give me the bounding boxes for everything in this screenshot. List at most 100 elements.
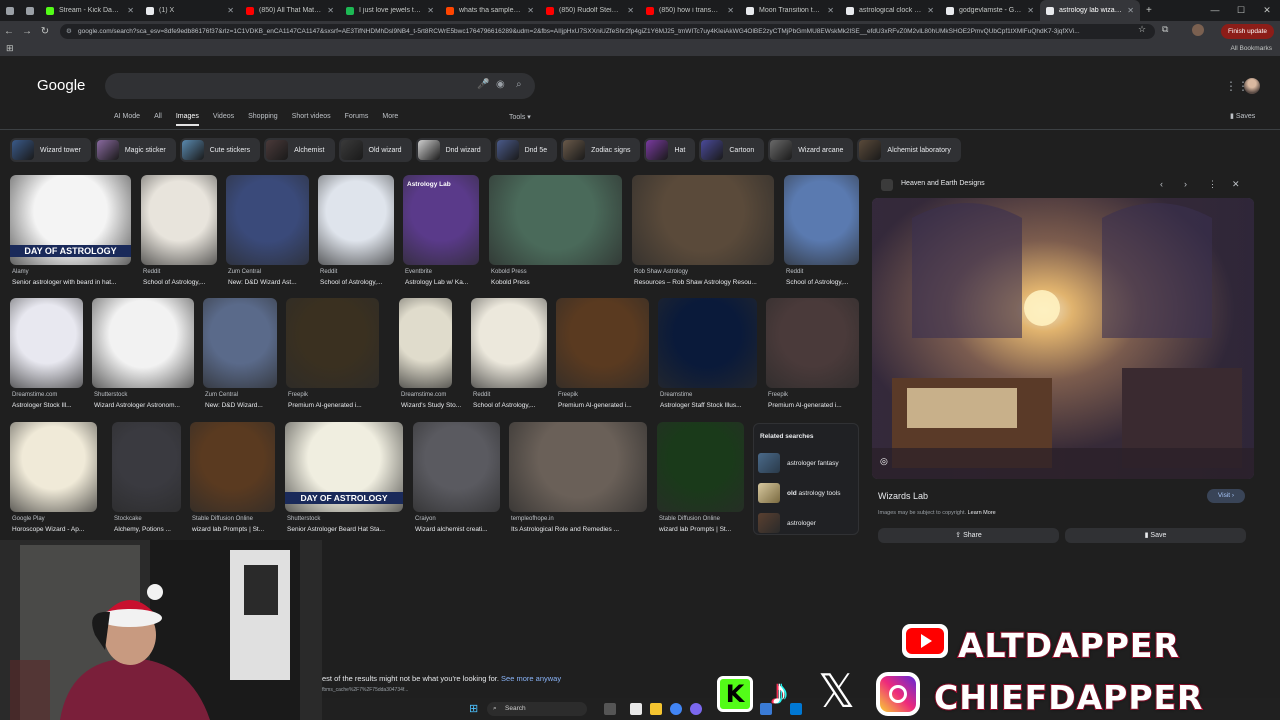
lens-icon[interactable]: ◉: [496, 79, 505, 90]
image-result[interactable]: Dreamstime Astrologer Staff Stock Illus..…: [658, 298, 757, 413]
image-result[interactable]: Kobold Press Kobold Press: [489, 175, 622, 290]
windows-start-icon[interactable]: ⊞: [469, 702, 478, 715]
tab-close-icon[interactable]: ✕: [827, 6, 834, 15]
tools-menu[interactable]: Tools ▾: [509, 113, 531, 121]
result-caption[interactable]: Senior Astrologer Beard Hat Sta...: [287, 526, 405, 533]
reload-icon[interactable]: ↻: [36, 26, 54, 37]
file-explorer-icon[interactable]: [650, 703, 662, 715]
next-icon[interactable]: ›: [1184, 179, 1187, 189]
image-result[interactable]: DAY OF ASTROLOGY Alamy Senior astrologer w…: [10, 175, 131, 290]
search-input[interactable]: 🎤 ◉ ⌕: [105, 73, 535, 99]
finish-update-button[interactable]: Finish update: [1220, 24, 1274, 39]
filter-tab-forums[interactable]: Forums: [345, 113, 369, 126]
image-result[interactable]: Google Play Horoscope Wizard - Ap...: [10, 422, 97, 537]
result-thumbnail[interactable]: [509, 422, 647, 512]
filter-tab-images[interactable]: Images: [175, 113, 199, 126]
related-item[interactable]: astrologer: [758, 512, 858, 534]
image-result[interactable]: templeofhope.in Its Astrological Role and…: [509, 422, 647, 537]
image-result[interactable]: Reddit School of Astrology,...: [471, 298, 547, 413]
image-result[interactable]: Reddit School of Astrology,...: [318, 175, 394, 290]
result-thumbnail[interactable]: [399, 298, 452, 388]
suggestion-chip[interactable]: Cartoon: [699, 138, 765, 162]
result-thumbnail[interactable]: [657, 422, 744, 512]
app-icon[interactable]: [790, 703, 802, 715]
previous-icon[interactable]: ‹: [1160, 179, 1163, 189]
browser-tab[interactable]: astrological clock praga ✕: [840, 0, 940, 21]
image-result[interactable]: Dreamstime.com Wizard's Study Sto...: [399, 298, 461, 413]
related-item[interactable]: old astrology tools: [758, 482, 858, 504]
new-tab-icon[interactable]: +: [1146, 5, 1152, 16]
result-thumbnail[interactable]: DAY OF ASTROLOGY: [10, 175, 131, 265]
suggestion-chip[interactable]: Alchemist laboratory: [857, 138, 961, 162]
filter-tab-all[interactable]: All: [154, 113, 162, 126]
task-view-icon[interactable]: [604, 703, 616, 715]
tab-close-icon[interactable]: ✕: [227, 6, 234, 15]
result-thumbnail[interactable]: [658, 298, 757, 388]
suggestion-chip[interactable]: Alchemist: [264, 138, 335, 162]
account-avatar[interactable]: [1244, 78, 1260, 94]
browser-tab[interactable]: Stream - Kick Dashboard ✕: [40, 0, 140, 21]
extensions-icon[interactable]: ⧉: [1162, 24, 1168, 35]
suggestion-chip[interactable]: Dnd 5e: [494, 138, 558, 162]
result-caption[interactable]: Wizard Astrologer Astronom...: [94, 402, 204, 409]
suggestion-chip[interactable]: Wizard tower: [10, 138, 91, 162]
result-thumbnail[interactable]: [203, 298, 277, 388]
result-thumbnail[interactable]: [112, 422, 181, 512]
result-caption[interactable]: Horoscope Wizard - Ap...: [12, 526, 122, 533]
preview-title[interactable]: Wizards Lab: [878, 491, 928, 501]
chrome-icon[interactable]: [670, 703, 682, 715]
voice-search-icon[interactable]: 🎤: [477, 79, 489, 90]
tab-close-icon[interactable]: ✕: [1027, 6, 1034, 15]
image-result[interactable]: Craiyon Wizard alchemist creati...: [413, 422, 500, 537]
browser-tab[interactable]: (850) Rudolf Steiner The ✕: [540, 0, 640, 21]
close-icon[interactable]: ✕: [1232, 179, 1240, 190]
result-caption[interactable]: Resources – Rob Shaw Astrology Resou...: [634, 279, 776, 286]
image-result[interactable]: Rob Shaw Astrology Resources – Rob Shaw A…: [632, 175, 774, 290]
filter-tab-shopping[interactable]: Shopping: [248, 113, 278, 126]
suggestion-chip[interactable]: Old wizard: [338, 138, 412, 162]
filter-tab-short-videos[interactable]: Short videos: [292, 113, 331, 126]
site-info-icon[interactable]: ⚙: [66, 24, 72, 39]
filter-tab-videos[interactable]: Videos: [213, 113, 234, 126]
browser-tab[interactable]: Moon Transition to Wor ✕: [740, 0, 840, 21]
all-bookmarks[interactable]: All Bookmarks: [1230, 45, 1272, 52]
suggestion-chip[interactable]: Wizard arcane: [768, 138, 854, 162]
source-name[interactable]: Heaven and Earth Designs: [901, 180, 985, 187]
result-thumbnail[interactable]: [413, 422, 500, 512]
browser-tab[interactable]: I just love jewels tag by ✕: [340, 0, 440, 21]
see-more-link[interactable]: See more anyway: [501, 674, 561, 683]
browser-tab[interactable]: (1) X ✕: [140, 0, 240, 21]
suggestion-chip[interactable]: Zodiac signs: [561, 138, 641, 162]
browser-tab[interactable]: [0, 0, 20, 21]
tab-close-icon[interactable]: ✕: [427, 6, 434, 15]
lens-search-icon[interactable]: ◎: [880, 456, 888, 467]
learn-more-link[interactable]: Learn More: [968, 510, 996, 516]
result-thumbnail[interactable]: [489, 175, 622, 265]
image-result[interactable]: Freepik Premium AI-generated i...: [766, 298, 859, 413]
browser-tab[interactable]: godgevlamste - Google ✕: [940, 0, 1040, 21]
result-caption[interactable]: Its Astrological Role and Remedies ...: [511, 526, 649, 533]
app-icon[interactable]: [630, 703, 642, 715]
image-result[interactable]: Stable Diffusion Online wizard lab Prompt…: [190, 422, 275, 537]
result-thumbnail[interactable]: [471, 298, 547, 388]
browser-tab[interactable]: whats tha sample : r/sa ✕: [440, 0, 540, 21]
image-result[interactable]: Zum Central New: D&D Wizard...: [203, 298, 277, 413]
browser-tab[interactable]: (850) All That Matters R ✕: [240, 0, 340, 21]
suggestion-chip[interactable]: Dnd wizard: [415, 138, 491, 162]
suggestion-chip[interactable]: Hat: [644, 138, 696, 162]
minimize-icon[interactable]: —: [1202, 0, 1228, 21]
saves-link[interactable]: ▮ Saves: [1230, 112, 1255, 120]
browser-tab[interactable]: [20, 0, 40, 21]
image-result[interactable]: Zum Central New: D&D Wizard Ast...: [226, 175, 309, 290]
image-result[interactable]: Freepik Premium AI-generated i...: [556, 298, 649, 413]
result-caption[interactable]: Kobold Press: [491, 279, 624, 286]
result-thumbnail[interactable]: [556, 298, 649, 388]
maximize-icon[interactable]: ☐: [1228, 0, 1254, 21]
result-thumbnail[interactable]: [766, 298, 859, 388]
share-button[interactable]: ⇪ Share: [878, 528, 1059, 543]
result-caption[interactable]: Premium AI-generated i...: [558, 402, 668, 409]
image-result[interactable]: DAY OF ASTROLOGY Shutterstock Senior Astro…: [285, 422, 403, 537]
bookmark-star-icon[interactable]: ☆: [1138, 24, 1146, 35]
image-result[interactable]: Shutterstock Wizard Astrologer Astronom..…: [92, 298, 194, 413]
result-thumbnail[interactable]: [10, 298, 83, 388]
